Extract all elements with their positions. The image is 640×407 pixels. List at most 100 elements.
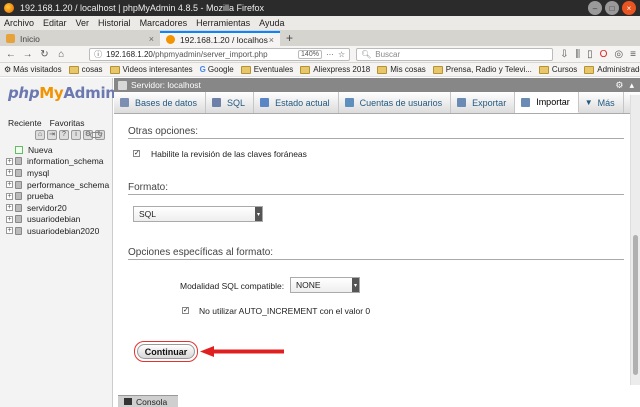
auto-increment-checkbox[interactable]: ✓ [182, 307, 189, 314]
browser-tab-inicio[interactable]: Inicio × [0, 31, 160, 46]
continue-button[interactable]: Continuar [134, 341, 198, 362]
tree-item-new[interactable]: Nueva [6, 144, 109, 156]
tab-databases[interactable]: Bases de datos [114, 92, 207, 113]
extension-icon[interactable]: ◎ [614, 49, 623, 60]
database-icon [15, 157, 22, 166]
expand-icon[interactable]: + [6, 192, 13, 200]
tab-export[interactable]: Exportar [451, 92, 516, 113]
tab-user-accounts[interactable]: Cuentas de usuarios [339, 92, 452, 113]
folder-icon [538, 65, 549, 74]
tab-import[interactable]: Importar [515, 92, 579, 113]
link-navigation-icon[interactable] [90, 132, 102, 138]
menu-editar[interactable]: Editar [43, 18, 67, 28]
url-bar[interactable]: ⓘ 192.168.1.20/phpmyadmin/server_import.… [89, 47, 351, 61]
expand-icon[interactable]: + [6, 227, 13, 235]
sql-docs-icon[interactable]: i [71, 130, 81, 140]
new-tab-button[interactable]: + [280, 31, 299, 46]
reload-button[interactable]: ↻ [38, 47, 52, 61]
bookmark-google[interactable]: G Google [200, 65, 234, 74]
tree-item-database[interactable]: + performance_schema [6, 179, 109, 191]
close-tab-icon[interactable]: × [149, 34, 154, 44]
sidebar-links: Reciente Favoritas [8, 118, 93, 128]
database-icon [15, 180, 22, 189]
browser-tabstrip: Inicio × 192.168.1.20 / localhost × + [0, 30, 640, 46]
page-actions-icon[interactable]: ··· [326, 50, 334, 59]
downloads-icon[interactable]: ⇩ [560, 49, 568, 60]
folder-icon [68, 65, 79, 74]
foreign-keys-label: Habilite la revisión de las claves forán… [151, 149, 307, 159]
vertical-scrollbar[interactable] [630, 95, 640, 385]
firefox-icon [4, 3, 14, 13]
phpmyadmin-logo[interactable]: phpMyAdmin [8, 84, 116, 102]
expand-icon[interactable]: + [6, 215, 13, 223]
settings-gear-icon[interactable]: ⚙ [615, 80, 623, 91]
database-icon [15, 168, 22, 177]
menu-herramientas[interactable]: Herramientas [196, 18, 250, 28]
docs-icon[interactable]: ? [59, 130, 69, 140]
tab-more[interactable]: ▼ Más [579, 92, 624, 113]
tree-item-database[interactable]: + prueba [6, 190, 109, 202]
expand-icon[interactable]: + [6, 157, 13, 165]
menu-historial[interactable]: Historial [98, 18, 131, 28]
bookmark-cosas[interactable]: cosas [68, 65, 103, 74]
close-tab-icon[interactable]: × [269, 35, 274, 45]
logout-icon[interactable]: ⇥ [47, 130, 57, 140]
expand-icon[interactable]: + [6, 169, 13, 177]
bookmark-administrador[interactable]: Administrador [584, 65, 640, 74]
bookmark-mis-cosas[interactable]: Mis cosas [377, 65, 426, 74]
expand-icon[interactable]: + [6, 181, 13, 189]
divider [128, 259, 624, 260]
opera-extension-icon[interactable]: O [600, 49, 608, 60]
menubar: Archivo Editar Ver Historial Marcadores … [0, 16, 640, 30]
menu-archivo[interactable]: Archivo [4, 18, 34, 28]
home-button[interactable]: ⌂ [54, 47, 68, 61]
tab-sql[interactable]: SQL [206, 92, 255, 113]
menu-hamburger-icon[interactable]: ≡ [630, 49, 636, 60]
tab-status[interactable]: Estado actual [254, 92, 339, 113]
window-title: 192.168.1.20 / localhost | phpMyAdmin 4.… [20, 3, 264, 13]
menu-ayuda[interactable]: Ayuda [259, 18, 284, 28]
scrollbar-thumb[interactable] [633, 235, 638, 375]
close-window-button[interactable]: × [622, 1, 636, 15]
export-icon [457, 98, 467, 107]
zoom-level[interactable]: 140% [298, 49, 322, 59]
forward-button[interactable]: → [21, 47, 35, 61]
console-icon [124, 398, 132, 405]
tree-item-database[interactable]: + usuariodebian [6, 214, 109, 226]
menu-ver[interactable]: Ver [76, 18, 90, 28]
tree-item-database[interactable]: + usuariodebian2020 [6, 225, 109, 237]
recent-tables-link[interactable]: Reciente [8, 118, 42, 128]
pma-main-panel: Servidor: localhost ⚙ ▴ Bases de datos S… [114, 78, 640, 407]
bookmark-prensa[interactable]: Prensa, Radio y Televi... [432, 65, 532, 74]
bookmark-eventuales[interactable]: Eventuales [240, 65, 293, 74]
bookmark-cursos[interactable]: Cursos [538, 65, 577, 74]
expand-icon[interactable]: + [6, 204, 13, 212]
bookmark-aliexpress[interactable]: Aliexpress 2018 [300, 65, 370, 74]
bookmark-most-visited[interactable]: ⚙ Más visitados [4, 65, 62, 74]
sql-compat-select[interactable]: NONE ▾ [290, 277, 360, 293]
tree-item-database[interactable]: + mysql [6, 167, 109, 179]
console-toggle[interactable]: Consola [118, 395, 178, 407]
bookmark-star-icon[interactable]: ☆ [338, 50, 345, 59]
minimize-button[interactable]: – [588, 1, 602, 15]
sidebar-toggle-icon[interactable]: ▯ [587, 49, 593, 60]
collapse-icon[interactable]: ▴ [629, 80, 634, 91]
maximize-button[interactable]: □ [605, 1, 619, 15]
format-heading: Formato: [128, 182, 169, 193]
back-button[interactable]: ← [4, 47, 18, 61]
info-icon[interactable]: ⓘ [94, 49, 102, 60]
server-label[interactable]: Servidor: localhost [131, 80, 201, 90]
database-icon [15, 203, 22, 212]
tree-item-database[interactable]: + information_schema [6, 156, 109, 168]
bookmark-videos[interactable]: Videos interesantes [109, 65, 193, 74]
home-icon[interactable]: ⌂ [35, 130, 45, 140]
format-select[interactable]: SQL ▾ [133, 206, 263, 222]
menu-marcadores[interactable]: Marcadores [140, 18, 188, 28]
favorite-tables-link[interactable]: Favoritas [50, 118, 85, 128]
foreign-keys-checkbox[interactable]: ✓ [133, 150, 140, 157]
tree-item-database[interactable]: + servidor20 [6, 202, 109, 214]
database-icon [15, 215, 22, 224]
library-icon[interactable]: ⫼ [576, 49, 581, 60]
search-bar[interactable]: 🔍︎ Buscar [356, 47, 554, 61]
browser-tab-phpmyadmin[interactable]: 192.168.1.20 / localhost × [160, 31, 280, 46]
